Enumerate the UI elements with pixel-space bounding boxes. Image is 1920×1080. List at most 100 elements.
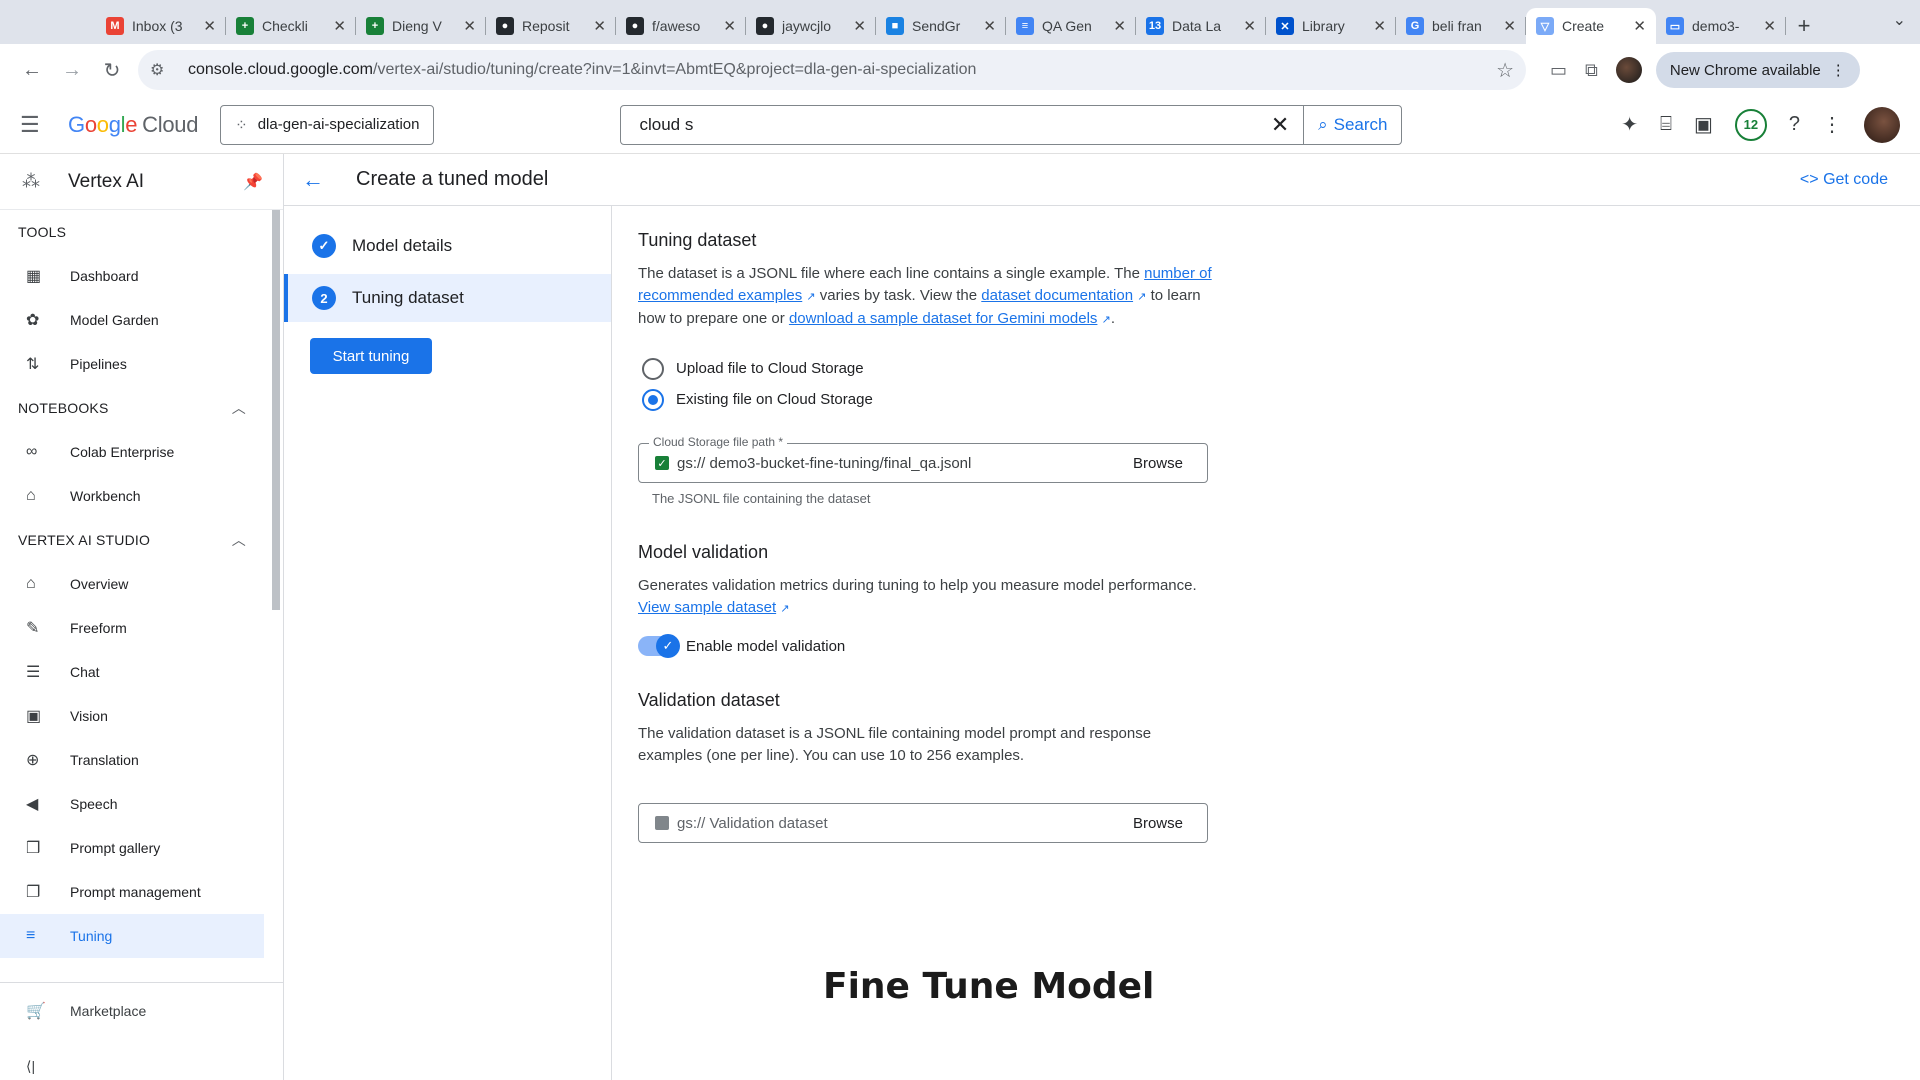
gemini-sparkle-icon[interactable]: ✦	[1621, 112, 1638, 137]
browse-button[interactable]: Browse	[1133, 815, 1183, 832]
radio-unselected[interactable]	[642, 357, 664, 380]
browser-tab[interactable]: 13 Data La ✕	[1136, 8, 1266, 44]
validation-dataset-input[interactable]: gs:// Validation dataset	[677, 815, 1133, 832]
close-tab-icon[interactable]: ✕	[853, 17, 866, 35]
section-vertex-ai-studio[interactable]: VERTEX AI STUDIO ︿	[0, 518, 270, 562]
browser-toolbar: ← → ↻ ⚙ console.cloud.google.com/vertex-…	[0, 44, 1920, 96]
browser-tab[interactable]: ▭ demo3- ✕	[1656, 8, 1786, 44]
radio-upload-file[interactable]: Upload file to Cloud Storage	[638, 353, 1218, 384]
step-model-details[interactable]: ✓ Model details	[284, 222, 611, 270]
close-tab-icon[interactable]: ✕	[593, 17, 606, 35]
google-cloud-logo[interactable]: Google Cloud	[68, 112, 198, 138]
section-notebooks[interactable]: NOTEBOOKS ︿	[0, 386, 270, 430]
sidebar-item-marketplace[interactable]: 🛒 Marketplace	[0, 989, 283, 1033]
pin-icon[interactable]: 📌	[243, 172, 263, 192]
close-tab-icon[interactable]: ✕	[333, 17, 346, 35]
bookmark-star-icon[interactable]: ☆	[1496, 58, 1514, 83]
extensions-icon[interactable]: ⧉	[1585, 60, 1598, 81]
search-button[interactable]: ⌕ Search	[1303, 105, 1401, 144]
browser-tab[interactable]: Gbeli fran ✕	[1396, 8, 1526, 44]
browser-tab[interactable]: ■ SendGr ✕	[876, 8, 1006, 44]
sidebar-item-model-garden[interactable]: ✿ Model Garden	[0, 298, 270, 342]
search-input[interactable]: cloud s	[621, 115, 1257, 135]
close-tab-icon[interactable]: ✕	[203, 17, 216, 35]
console-search[interactable]: cloud s ✕ ⌕ Search	[620, 104, 1403, 145]
forward-button[interactable]: →	[52, 50, 92, 90]
chevron-up-icon: ︿	[231, 400, 246, 416]
get-code-button[interactable]: <> Get code	[1800, 171, 1888, 189]
close-tab-icon[interactable]: ✕	[1243, 17, 1256, 35]
new-chrome-available-button[interactable]: New Chrome available ⋮	[1655, 52, 1860, 88]
sidebar-item-prompt-management[interactable]: ❐ Prompt management	[0, 870, 270, 914]
cloud-storage-path-field[interactable]: Cloud Storage file path * ✓ gs:// demo3-…	[638, 435, 1208, 483]
validation-dataset-field[interactable]: gs:// Validation dataset Browse	[638, 803, 1208, 843]
clear-search-icon[interactable]: ✕	[1257, 112, 1303, 138]
browse-button[interactable]: Browse	[1133, 455, 1183, 472]
collapse-nav-icon[interactable]: ⟨|	[26, 1058, 35, 1075]
close-tab-icon[interactable]: ✕	[1113, 17, 1126, 35]
close-tab-icon[interactable]: ✕	[1633, 17, 1646, 35]
address-bar[interactable]: ⚙ console.cloud.google.com/vertex-ai/stu…	[138, 50, 1526, 90]
model-validation-heading: Model validation	[638, 542, 769, 562]
close-tab-icon[interactable]: ✕	[983, 17, 996, 35]
sidebar-item-vision[interactable]: ▣ Vision	[0, 694, 270, 738]
close-tab-icon[interactable]: ✕	[1373, 17, 1386, 35]
back-arrow-icon[interactable]: ←	[302, 167, 340, 193]
nav-scrollbar[interactable]	[272, 210, 280, 610]
browser-tab[interactable]: ✕ Library ✕	[1266, 8, 1396, 44]
profile-avatar[interactable]	[1615, 57, 1642, 83]
back-button[interactable]: ←	[12, 50, 52, 90]
dataset-documentation-link[interactable]: dataset documentation	[981, 287, 1133, 304]
sidebar-item-freeform[interactable]: ✎ Freeform	[0, 606, 270, 650]
cloud-shell-icon[interactable]: ▣	[1694, 112, 1713, 137]
close-tab-icon[interactable]: ✕	[1763, 17, 1776, 35]
help-icon[interactable]: ?	[1789, 113, 1800, 136]
radio-existing-file[interactable]: Existing file on Cloud Storage	[638, 384, 1218, 415]
sidebar-item-pipelines[interactable]: ⇅ Pipelines	[0, 342, 270, 386]
sidebar-item-prompt-gallery[interactable]: ❒ Prompt gallery	[0, 826, 270, 870]
browser-tab[interactable]: M Inbox (3 ✕	[96, 8, 226, 44]
sidebar-item-workbench[interactable]: ⌂ Workbench	[0, 474, 270, 518]
gift-icon[interactable]: ⌸	[1660, 113, 1672, 136]
sample-dataset-link[interactable]: download a sample dataset for Gemini mod…	[789, 310, 1098, 327]
close-tab-icon[interactable]: ✕	[723, 17, 736, 35]
sidebar-item-dashboard[interactable]: ▦ Dashboard	[0, 254, 270, 298]
sidebar-item-label: Model Garden	[70, 312, 159, 328]
site-settings-icon[interactable]: ⚙	[150, 60, 174, 80]
account-avatar[interactable]	[1864, 106, 1900, 143]
settings-more-icon[interactable]: ⋮	[1822, 112, 1842, 137]
new-tab-button[interactable]: +	[1786, 8, 1822, 44]
close-tab-icon[interactable]: ✕	[463, 17, 476, 35]
radio-label: Upload file to Cloud Storage	[676, 360, 864, 377]
browser-tab[interactable]: + Checkli ✕	[226, 8, 356, 44]
close-tab-icon[interactable]: ✕	[1503, 17, 1516, 35]
radio-selected[interactable]	[642, 388, 664, 411]
path-input[interactable]: gs:// demo3-bucket-fine-tuning/final_qa.…	[677, 455, 1133, 472]
speech-icon: ◀	[26, 796, 39, 813]
sidebar-item-colab-enterprise[interactable]: ∞ Colab Enterprise	[0, 430, 270, 474]
view-sample-dataset-link[interactable]: View sample dataset	[638, 599, 776, 616]
project-selector[interactable]: ⁘ dla-gen-ai-specialization	[220, 104, 435, 145]
browser-tab[interactable]: ● f/aweso ✕	[616, 8, 746, 44]
browser-tab[interactable]: ● jaywcjlo ✕	[746, 8, 876, 44]
validation-dataset-description: The validation dataset is a JSONL file c…	[638, 725, 1152, 764]
step-tuning-dataset[interactable]: 2 Tuning dataset	[284, 274, 611, 322]
sidebar-item-speech[interactable]: ◀ Speech	[0, 782, 270, 826]
page-title: Create a tuned model	[356, 168, 549, 190]
sidebar-item-overview[interactable]: ⌂ Overview	[0, 562, 270, 606]
sidebar-item-translation[interactable]: ⊕ Translation	[0, 738, 270, 782]
browser-tab[interactable]: + Dieng V ✕	[356, 8, 486, 44]
start-tuning-button[interactable]: Start tuning	[310, 338, 432, 374]
reload-button[interactable]: ↻	[92, 50, 132, 90]
sidebar-item-tuning[interactable]: ≡ Tuning	[0, 914, 264, 958]
notifications-badge[interactable]: 12	[1734, 108, 1767, 141]
sidebar-item-chat[interactable]: ☰ Chat	[0, 650, 270, 694]
browser-tab[interactable]: ▽ Create ✕	[1526, 8, 1656, 44]
path-hint: The JSONL file containing the dataset	[652, 491, 871, 506]
enable-validation-toggle[interactable]: ✓	[638, 634, 680, 658]
browser-tab[interactable]: ● Reposit ✕	[486, 8, 616, 44]
tab-search-chevron-icon[interactable]: ⌄	[1893, 10, 1906, 30]
browser-tab[interactable]: ≡ QA Gen ✕	[1006, 8, 1136, 44]
main-menu-icon[interactable]: ☰	[20, 112, 64, 138]
cast-icon[interactable]: ▭	[1550, 60, 1567, 81]
